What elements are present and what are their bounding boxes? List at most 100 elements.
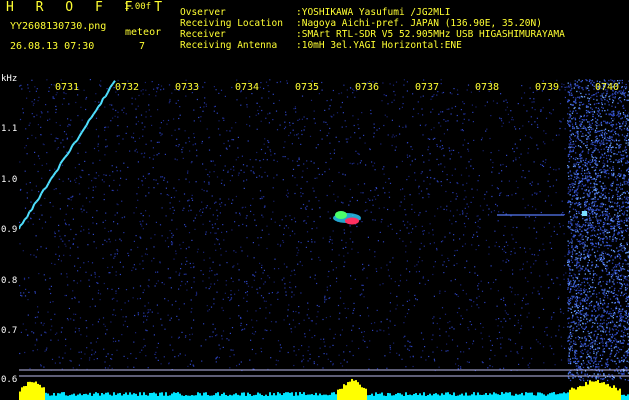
noise-speck [297,263,299,265]
noise-band-speck [574,264,576,267]
noise-speck [123,355,125,357]
noise-speck [449,210,452,212]
noise-speck [407,340,409,342]
noise-band-speck [625,312,627,314]
noise-speck [176,138,178,140]
noise-speck [265,117,267,119]
noise-speck [605,204,607,206]
noise-speck [406,227,408,229]
noise-band-speck [603,171,605,173]
noise-speck [144,81,146,84]
noise-band-speck [587,233,589,235]
noise-speck [27,87,29,89]
noise-speck [506,101,508,104]
noise-band-speck [621,319,623,321]
noise-speck [326,289,328,291]
noise-speck [367,198,369,200]
noise-band-speck [577,324,579,326]
noise-speck [350,231,352,233]
noise-speck [79,193,81,195]
noise-speck [169,230,171,232]
noise-band-speck [624,92,627,94]
noise-speck [540,286,542,288]
noise-speck [27,299,29,301]
noise-band-speck [611,320,613,322]
noise-band-speck [569,136,571,138]
noise-speck [190,360,193,362]
noise-speck [531,101,533,103]
noise-speck [361,293,363,295]
noise-speck [240,104,242,106]
noise-speck [37,306,39,308]
info-row-observer: Ovserver :YOSHIKAWA Yasufumi /JG2MLI [180,7,565,18]
noise-band-speck [591,244,593,246]
noise-band-speck [584,205,587,207]
noise-band-speck [581,356,583,358]
noise-speck [351,329,353,331]
noise-band-speck [626,322,629,324]
noise-speck [357,184,359,186]
noise-band-speck [604,252,607,254]
noise-band-speck [600,254,603,256]
noise-speck [378,207,380,209]
noise-band-speck [603,133,606,135]
noise-speck [543,362,545,364]
noise-band-speck [599,354,602,356]
noise-speck [163,356,165,358]
noise-speck [43,322,45,325]
noise-speck [137,298,139,300]
noise-speck [307,302,309,304]
noise-band-speck [579,305,581,307]
noise-speck [31,101,33,103]
noise-speck [215,361,217,363]
noise-band-speck [608,292,610,294]
noise-speck [300,207,302,209]
noise-band-speck [569,110,571,112]
noise-speck [465,293,467,295]
noise-speck [229,130,231,132]
noise-speck [89,79,91,81]
noise-speck [505,99,507,101]
noise-speck [266,225,268,227]
noise-speck [209,336,211,338]
noise-speck [500,343,502,345]
noise-band-speck [570,275,573,277]
noise-speck [476,235,479,237]
noise-speck [182,157,184,159]
noise-speck [342,202,344,204]
noise-speck [527,204,529,206]
noise-band-speck [593,251,596,254]
noise-speck [404,224,406,226]
noise-speck [93,358,95,361]
noise-speck [542,308,545,310]
noise-speck [29,90,31,93]
noise-band-speck [601,142,603,144]
noise-speck [241,155,243,157]
noise-speck [514,324,516,327]
noise-speck [454,168,456,170]
noise-speck [279,350,281,352]
noise-speck [466,309,468,311]
noise-speck [466,212,468,215]
noise-speck [583,288,585,290]
noise-speck [387,269,389,271]
noise-band-speck [616,321,618,323]
noise-speck [37,124,39,126]
noise-band-speck [598,366,600,368]
noise-speck [111,354,113,356]
noise-speck [58,255,60,257]
noise-speck [294,273,296,276]
noise-speck [333,337,335,339]
noise-speck [350,87,352,89]
noise-speck [34,151,36,153]
noise-speck [200,116,202,118]
noise-band-speck [577,86,579,88]
noise-speck [622,346,624,348]
noise-band-speck [592,198,595,200]
noise-band-speck [567,360,569,362]
noise-speck [55,94,57,96]
noise-speck [456,294,458,296]
noise-band-speck [583,318,585,320]
noise-speck [231,139,233,141]
noise-speck [19,118,22,121]
